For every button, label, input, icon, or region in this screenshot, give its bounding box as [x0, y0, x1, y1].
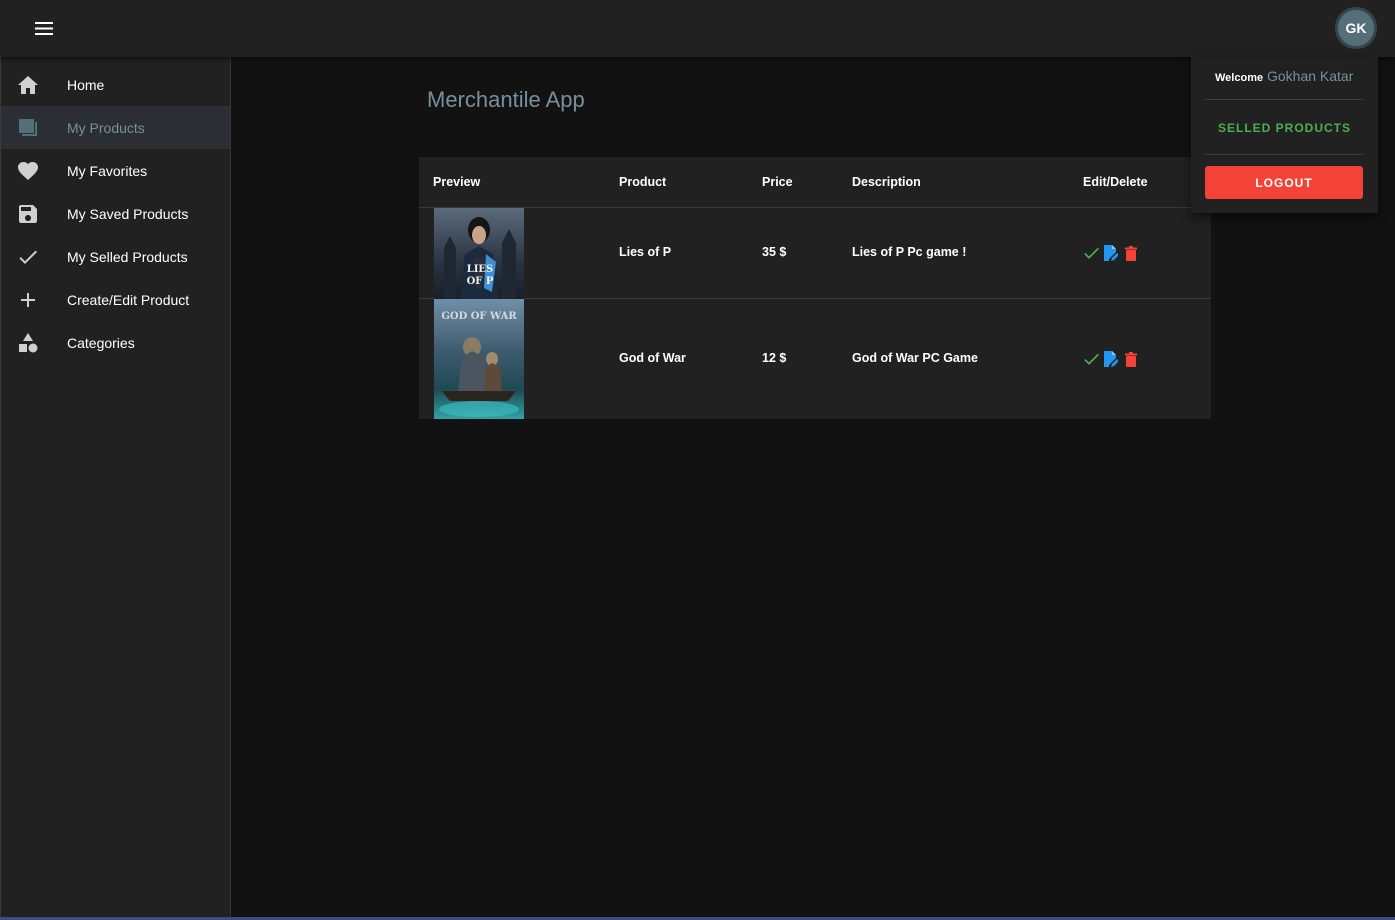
selled-products-link[interactable]: SELLED PRODUCTS — [1191, 121, 1378, 135]
preview-title-text: LIES OF P — [466, 264, 494, 287]
products-icon — [17, 117, 39, 139]
check-icon — [17, 246, 39, 268]
user-avatar[interactable]: GK — [1335, 7, 1377, 49]
product-preview-image: GOD OF WAR — [434, 299, 524, 419]
sidebar-item-label: My Favorites — [67, 162, 148, 179]
menu-divider — [1205, 99, 1363, 100]
heart-icon — [17, 160, 39, 182]
sidebar-item-label: My Saved Products — [67, 205, 189, 222]
sidebar-item-label: Categories — [67, 334, 135, 351]
table-header: Preview Product Price Description Edit/D… — [419, 157, 1211, 208]
sidebar-item-label: My Selled Products — [67, 248, 188, 265]
sidebar-nav: Home My Products My Favorites My Saved P… — [0, 57, 231, 920]
delete-trash-icon[interactable] — [1123, 245, 1139, 261]
welcome-label: Welcome — [1215, 72, 1264, 84]
sidebar-item-my-saved-products[interactable]: My Saved Products — [1, 192, 230, 235]
delete-trash-icon[interactable] — [1123, 351, 1139, 367]
product-description: God of War PC Game — [852, 351, 978, 365]
column-header-preview: Preview — [433, 175, 481, 189]
column-header-edit-delete: Edit/Delete — [1083, 175, 1148, 189]
edit-icon[interactable] — [1103, 245, 1119, 261]
column-header-price: Price — [762, 175, 793, 189]
product-preview-image: LIES OF P — [434, 208, 524, 299]
table-row: GOD OF WAR God of War 12 $ God of War PC… — [419, 299, 1211, 419]
sidebar-item-home[interactable]: Home — [1, 63, 230, 106]
product-price: 35 $ — [762, 245, 787, 259]
products-table: Preview Product Price Description Edit/D… — [419, 157, 1211, 419]
sidebar-item-my-favorites[interactable]: My Favorites — [1, 149, 230, 192]
home-icon — [17, 74, 39, 96]
save-icon — [17, 203, 39, 225]
column-header-product: Product — [619, 175, 667, 189]
sidebar-item-create-edit-product[interactable]: Create/Edit Product — [1, 278, 230, 321]
app-bar: GK — [0, 0, 1395, 57]
product-name: Lies of P — [619, 245, 672, 259]
sidebar-item-categories[interactable]: Categories — [1, 321, 230, 364]
row-actions — [1083, 351, 1139, 367]
welcome-text: Welcome Gokhan Katar — [1215, 68, 1353, 84]
sidebar-item-label: Create/Edit Product — [67, 291, 190, 308]
plus-icon — [17, 289, 39, 311]
preview-title-text: GOD OF WAR — [441, 311, 517, 322]
shapes-icon — [17, 332, 39, 354]
product-price: 12 $ — [762, 351, 787, 365]
sidebar-item-label: Home — [67, 76, 105, 93]
menu-icon[interactable] — [24, 14, 64, 42]
page-title: Merchantile App — [427, 87, 585, 112]
sidebar-item-label: My Products — [67, 119, 145, 136]
row-actions — [1083, 245, 1139, 261]
sidebar-item-my-selled-products[interactable]: My Selled Products — [1, 235, 230, 278]
mark-sold-check-icon[interactable] — [1083, 245, 1099, 261]
table-row: LIES OF P Lies of P 35 $ Lies of P Pc ga… — [419, 208, 1211, 299]
product-description: Lies of P Pc game ! — [852, 245, 967, 259]
product-name: God of War — [619, 351, 686, 365]
sidebar-item-my-products[interactable]: My Products — [1, 106, 230, 149]
user-name: Gokhan Katar — [1266, 68, 1354, 84]
user-menu-dropdown: Welcome Gokhan Katar SELLED PRODUCTS LOG… — [1191, 57, 1378, 213]
mark-sold-check-icon[interactable] — [1083, 351, 1099, 367]
edit-icon[interactable] — [1103, 351, 1119, 367]
logout-button[interactable]: LOGOUT — [1205, 166, 1363, 199]
column-header-description: Description — [852, 175, 921, 189]
menu-divider — [1205, 154, 1363, 155]
